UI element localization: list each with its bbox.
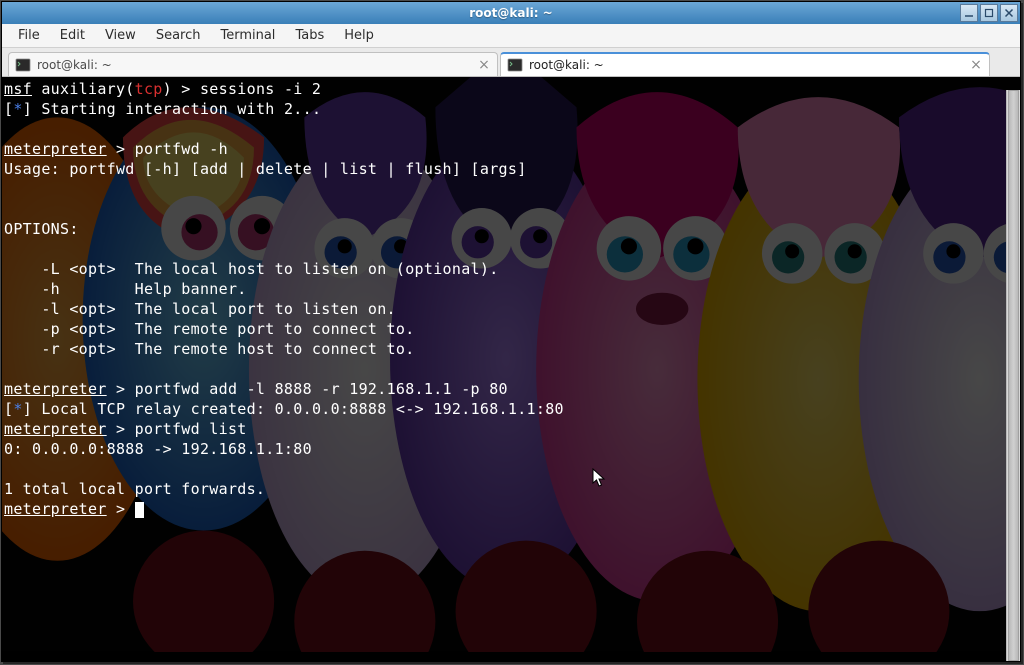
menu-tabs[interactable]: Tabs	[285, 25, 334, 46]
window-controls	[960, 4, 1018, 22]
window-title: root@kali: ~	[469, 6, 552, 20]
scrollbar-thumb[interactable]	[1008, 90, 1019, 661]
meterpreter-prompt: meterpreter	[4, 140, 107, 158]
meterpreter-prompt: meterpreter	[4, 500, 107, 518]
maximize-icon	[984, 8, 994, 18]
vertical-scrollbar[interactable]	[1006, 90, 1020, 661]
close-icon	[1004, 8, 1014, 18]
tab-close-icon[interactable]: ×	[477, 58, 491, 72]
maximize-button[interactable]	[980, 4, 998, 22]
terminal-icon	[15, 57, 31, 73]
menu-edit[interactable]: Edit	[50, 25, 95, 46]
close-button[interactable]	[1000, 4, 1018, 22]
meterpreter-prompt: meterpreter	[4, 420, 107, 438]
titlebar[interactable]: root@kali: ~	[2, 2, 1020, 24]
meterpreter-prompt: meterpreter	[4, 380, 107, 398]
terminal-output[interactable]: msf auxiliary(tcp) > sessions -i 2 [*] S…	[2, 77, 1020, 661]
terminal-icon	[507, 57, 523, 73]
terminal-window: root@kali: ~ File Edit View Search Termi…	[1, 1, 1021, 662]
menu-terminal[interactable]: Terminal	[210, 25, 285, 46]
terminal-area[interactable]: msf auxiliary(tcp) > sessions -i 2 [*] S…	[2, 76, 1020, 661]
minimize-icon	[964, 8, 974, 18]
menu-file[interactable]: File	[8, 25, 50, 46]
menu-search[interactable]: Search	[146, 25, 211, 46]
text-cursor	[135, 502, 144, 518]
menu-help[interactable]: Help	[334, 25, 384, 46]
menu-view[interactable]: View	[95, 25, 146, 46]
menubar: File Edit View Search Terminal Tabs Help	[2, 24, 1020, 48]
tab-label: root@kali: ~	[529, 58, 969, 72]
msf-prompt: msf	[4, 80, 32, 98]
tabbar: root@kali: ~ × root@kali: ~ ×	[2, 48, 1020, 76]
tab-close-icon[interactable]: ×	[969, 58, 983, 72]
tab-label: root@kali: ~	[37, 58, 477, 72]
tab-2[interactable]: root@kali: ~ ×	[500, 52, 990, 76]
minimize-button[interactable]	[960, 4, 978, 22]
tab-1[interactable]: root@kali: ~ ×	[8, 52, 498, 76]
